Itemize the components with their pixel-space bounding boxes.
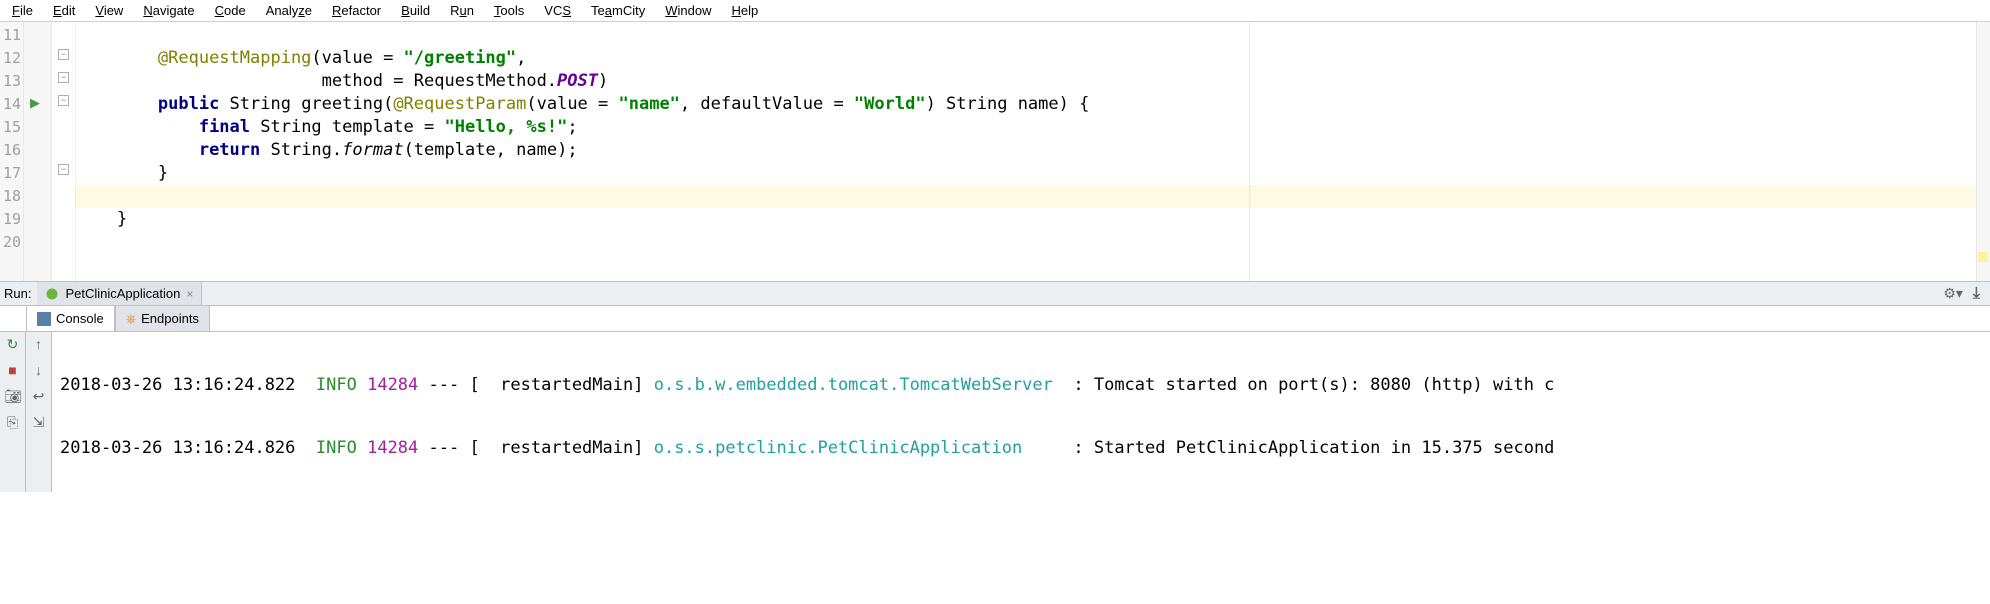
dump-threads-icon[interactable]: 📷︎ — [5, 388, 21, 404]
menu-edit[interactable]: Edit — [45, 2, 83, 19]
run-config-name: PetClinicApplication — [65, 286, 180, 301]
tab-endpoints[interactable]: ⎈ Endpoints — [115, 305, 210, 331]
stop-icon[interactable]: ■ — [5, 362, 21, 378]
gutter-icon-strip: ▶ — [24, 22, 52, 281]
menu-window[interactable]: Window — [657, 2, 719, 19]
tab-console[interactable]: Console — [26, 305, 115, 331]
log-line: 2018-03-26 13:16:24.822 INFO 14284 --- [… — [60, 374, 1990, 397]
menu-help[interactable]: Help — [723, 2, 766, 19]
menu-file[interactable]: File — [4, 2, 41, 19]
line-number-gutter: 11121314151617181920 — [0, 22, 24, 281]
fold-region-icon[interactable]: − — [58, 164, 69, 175]
right-margin-line — [1249, 22, 1250, 281]
exit-icon[interactable]: ⎘ — [5, 414, 21, 430]
down-arrow-icon[interactable]: ↓ — [31, 362, 47, 378]
run-panel-body: ↻ ■ 📷︎ ⎘ ↑ ↓ ↩ ⇲ 2018-03-26 13:16:24.822… — [0, 332, 1990, 492]
endpoints-icon: ⎈ — [126, 311, 136, 327]
scroll-to-end-icon[interactable]: ⇲ — [31, 414, 47, 430]
soft-wrap-icon[interactable]: ↩ — [31, 388, 47, 404]
menu-bar: File Edit View Navigate Code Analyze Ref… — [0, 0, 1990, 22]
fold-region-icon[interactable]: − — [58, 95, 69, 106]
run-line-icon[interactable]: ▶ — [30, 95, 40, 111]
menu-build[interactable]: Build — [393, 2, 438, 19]
menu-navigate[interactable]: Navigate — [135, 2, 202, 19]
menu-run[interactable]: Run — [442, 2, 482, 19]
fold-region-icon[interactable]: − — [58, 72, 69, 83]
menu-code[interactable]: Code — [207, 2, 254, 19]
menu-analyze[interactable]: Analyze — [258, 2, 320, 19]
menu-teamcity[interactable]: TeamCity — [583, 2, 653, 19]
editor-scroll-strip[interactable] — [1976, 22, 1990, 281]
code-content[interactable]: @RequestMapping(value = "/greeting", met… — [76, 22, 1976, 281]
download-icon[interactable]: ⤓ — [1973, 285, 1980, 303]
scroll-marker — [1978, 252, 1988, 262]
menu-refactor[interactable]: Refactor — [324, 2, 389, 19]
log-line: 2018-03-26 13:16:24.826 INFO 14284 --- [… — [60, 437, 1990, 460]
fold-strip: − − − − — [52, 22, 76, 281]
menu-vcs[interactable]: VCS — [536, 2, 579, 19]
run-panel-header: Run: PetClinicApplication × ⚙︎▾ ⤓ — [0, 282, 1990, 306]
run-toolbar-left: ↻ ■ 📷︎ ⎘ — [0, 332, 26, 492]
close-icon[interactable]: × — [186, 287, 193, 301]
rerun-icon[interactable]: ↻ — [5, 336, 21, 352]
run-config-tab[interactable]: PetClinicApplication × — [37, 282, 202, 306]
menu-view[interactable]: View — [87, 2, 131, 19]
fold-region-icon[interactable]: − — [58, 49, 69, 60]
spring-icon — [45, 287, 59, 301]
menu-tools[interactable]: Tools — [486, 2, 532, 19]
gear-icon[interactable]: ⚙︎▾ — [1943, 285, 1963, 302]
code-editor[interactable]: 11121314151617181920 ▶ − − − − @RequestM… — [0, 22, 1990, 282]
console-output[interactable]: 2018-03-26 13:16:24.822 INFO 14284 --- [… — [52, 332, 1990, 492]
console-icon — [37, 312, 51, 326]
run-panel-subtabs-row: Console ⎈ Endpoints — [0, 306, 1990, 332]
up-arrow-icon[interactable]: ↑ — [31, 336, 47, 352]
run-toolbar-nav: ↑ ↓ ↩ ⇲ — [26, 332, 52, 492]
run-label: Run: — [0, 286, 37, 301]
